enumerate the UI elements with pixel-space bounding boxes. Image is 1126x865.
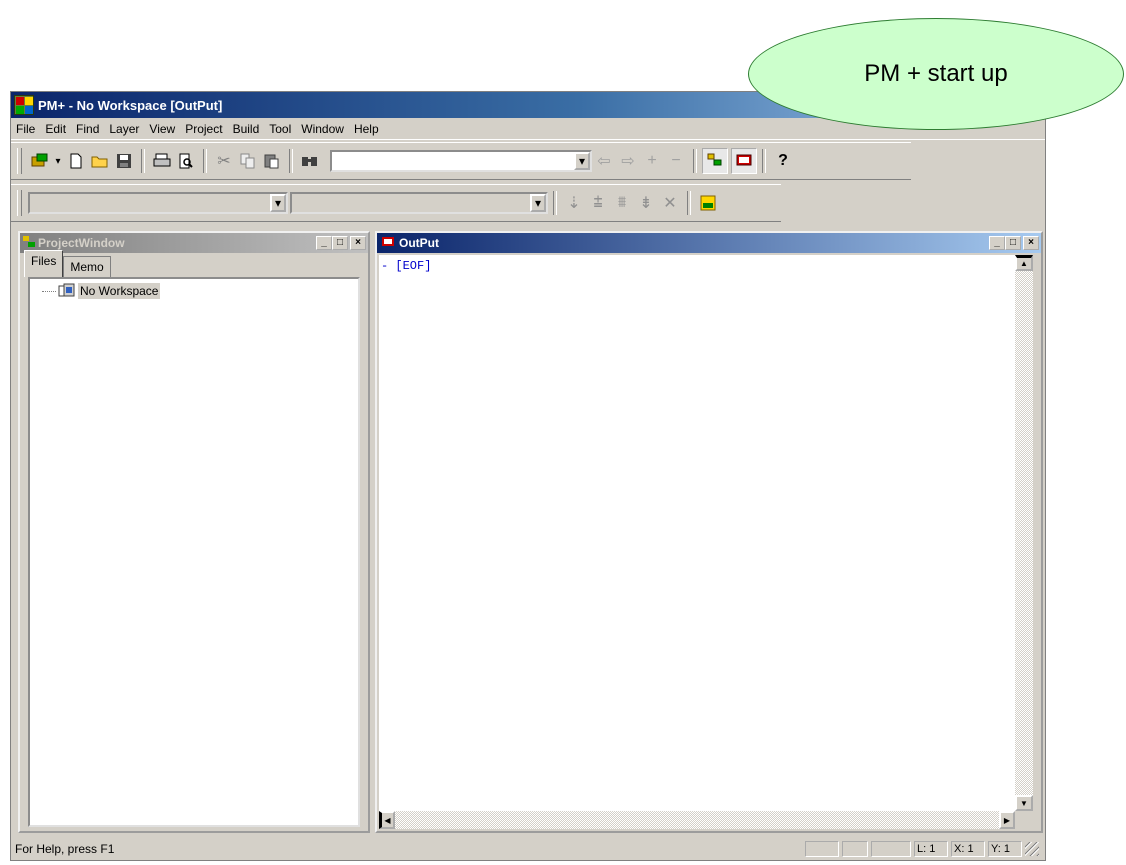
resize-grip-icon[interactable] <box>1025 842 1039 856</box>
output-window-titlebar: OutPut _ □ × <box>377 233 1041 253</box>
step-icon[interactable]: ⇟ <box>634 191 658 215</box>
tree-item-root[interactable]: No Workspace <box>42 283 358 299</box>
output-window-icon <box>381 235 395 252</box>
scroll-up-icon[interactable]: ▲ <box>1015 255 1033 271</box>
close-icon[interactable]: × <box>1023 236 1039 250</box>
paste-icon[interactable] <box>260 149 284 173</box>
status-bar: For Help, press F1 L: 1 X: 1 Y: 1 <box>11 838 1045 860</box>
menu-tool[interactable]: Tool <box>264 122 296 136</box>
scroll-down-icon[interactable]: ▼ <box>1015 795 1033 811</box>
print-preview-icon[interactable] <box>174 149 198 173</box>
main-toolbar: ▾ ✂ ▾ ⇦ ⇨ + − ? <box>11 142 911 180</box>
build-icon[interactable]: ⩲ <box>586 191 610 215</box>
tree-root-label: No Workspace <box>78 283 161 299</box>
workspace-icon <box>58 283 75 297</box>
window-title: PM+ - No Workspace [OutPut] <box>38 97 223 113</box>
maximize-icon[interactable]: □ <box>1005 236 1021 250</box>
app-icon <box>14 95 34 115</box>
menu-edit[interactable]: Edit <box>40 122 71 136</box>
plus-icon[interactable]: + <box>640 149 664 173</box>
tab-memo[interactable]: Memo <box>63 256 111 277</box>
find-combo[interactable]: ▾ <box>330 150 592 172</box>
status-pane-scrl <box>871 841 911 857</box>
file-tree: No Workspace <box>28 277 360 827</box>
toolbar-separator <box>693 149 697 173</box>
compile-icon[interactable]: ⇣ <box>562 191 586 215</box>
chevron-down-icon[interactable]: ▾ <box>574 152 590 170</box>
find-icon[interactable] <box>298 149 322 173</box>
chevron-down-icon[interactable]: ▾ <box>270 194 286 212</box>
status-pane-num <box>842 841 868 857</box>
output-window-title: OutPut <box>399 236 439 250</box>
output-text-area[interactable]: - [EOF] <box>379 255 1015 811</box>
toolbar-separator <box>762 149 766 173</box>
project-window: ProjectWindow _ □ × Files Memo No Worksp… <box>18 231 370 833</box>
rebuild-icon[interactable]: ⩩ <box>610 191 634 215</box>
menu-find[interactable]: Find <box>71 122 104 136</box>
toolbar-separator <box>687 191 691 215</box>
close-icon[interactable]: × <box>350 236 366 250</box>
menu-window[interactable]: Window <box>296 122 349 136</box>
menu-project[interactable]: Project <box>180 122 227 136</box>
output-window: OutPut _ □ × - [EOF] ▲ ▼ ◀ ▶ <box>375 231 1043 833</box>
menu-file[interactable]: File <box>11 122 40 136</box>
project-window-icon <box>22 235 36 252</box>
cut-icon[interactable]: ✂ <box>212 149 236 173</box>
back-arrow-icon[interactable]: ⇦ <box>592 149 616 173</box>
tree-connector <box>42 290 56 292</box>
dropdown-arrow-icon[interactable]: ▾ <box>52 149 64 173</box>
toolbar-grip[interactable] <box>17 190 22 216</box>
project-window-titlebar: ProjectWindow _ □ × <box>20 233 368 253</box>
target-combo[interactable]: ▾ <box>290 192 548 214</box>
menu-build[interactable]: Build <box>228 122 265 136</box>
scroll-left-icon[interactable]: ◀ <box>379 811 395 829</box>
project-window-title: ProjectWindow <box>38 236 125 250</box>
output-window-toggle-icon[interactable] <box>731 148 757 174</box>
toolbar-grip[interactable] <box>17 148 22 174</box>
scroll-right-icon[interactable]: ▶ <box>999 811 1015 829</box>
copy-icon[interactable] <box>236 149 260 173</box>
horizontal-scrollbar[interactable]: ◀ ▶ <box>379 811 1015 829</box>
menu-help[interactable]: Help <box>349 122 384 136</box>
project-window-toggle-icon[interactable] <box>702 148 728 174</box>
status-line: L: 1 <box>914 841 948 857</box>
new-file-icon[interactable] <box>64 149 88 173</box>
toolbar-separator <box>203 149 207 173</box>
help-question-icon[interactable]: ? <box>771 149 795 173</box>
toolbar-separator <box>289 149 293 173</box>
chevron-down-icon[interactable]: ▾ <box>530 194 546 212</box>
status-y: Y: 1 <box>988 841 1022 857</box>
open-folder-icon[interactable] <box>88 149 112 173</box>
menu-layer[interactable]: Layer <box>104 122 144 136</box>
toolbar-separator <box>553 191 557 215</box>
status-x: X: 1 <box>951 841 985 857</box>
print-icon[interactable] <box>150 149 174 173</box>
stop-build-icon[interactable]: ✕ <box>658 191 682 215</box>
minimize-icon[interactable]: _ <box>316 236 332 250</box>
maximize-icon[interactable]: □ <box>332 236 348 250</box>
minus-icon[interactable]: − <box>664 149 688 173</box>
forward-arrow-icon[interactable]: ⇨ <box>616 149 640 173</box>
config-combo[interactable]: ▾ <box>28 192 288 214</box>
callout-bubble: PM + start up <box>748 18 1124 130</box>
status-help-text: For Help, press F1 <box>15 842 115 856</box>
callout-text: PM + start up <box>864 60 1008 87</box>
project-tabs: Files Memo <box>20 250 368 277</box>
toolbar-separator <box>141 149 145 173</box>
output-line: - [EOF] <box>381 259 432 273</box>
tab-files[interactable]: Files <box>24 250 64 277</box>
debugger-icon[interactable] <box>696 191 720 215</box>
status-pane-caps <box>805 841 839 857</box>
build-toolbar: ▾ ▾ ⇣ ⩲ ⩩ ⇟ ✕ <box>11 184 781 222</box>
minimize-icon[interactable]: _ <box>989 236 1005 250</box>
open-workspace-icon[interactable] <box>28 149 52 173</box>
menu-view[interactable]: View <box>144 122 180 136</box>
app-window: PM+ - No Workspace [OutPut] File Edit Fi… <box>10 91 1046 861</box>
save-icon[interactable] <box>112 149 136 173</box>
vertical-scrollbar[interactable]: ▲ ▼ <box>1015 255 1033 811</box>
